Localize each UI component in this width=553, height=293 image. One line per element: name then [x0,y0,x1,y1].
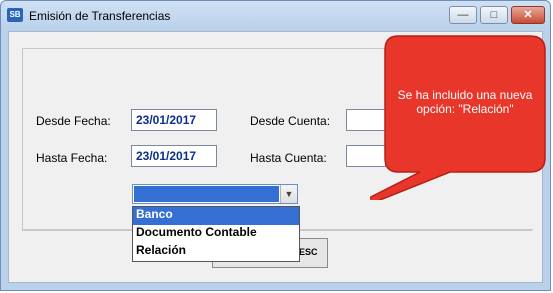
desde-fecha-input[interactable]: 23/01/2017 [131,109,217,131]
hasta-cuenta-label: Hasta Cuenta: [250,151,327,165]
dropdown-option-relacion[interactable]: Relación [133,243,299,261]
window-title: Emisión de Transferencias [29,9,171,23]
app-logo-icon: SB [7,8,23,22]
desde-fecha-label: Desde Fecha: [36,114,111,128]
document-type-dropdown-list: Banco Documento Contable Relación [132,206,300,262]
chevron-down-icon[interactable]: ▼ [280,185,297,203]
hasta-fecha-input[interactable]: 23/01/2017 [131,145,217,167]
desde-cuenta-label: Desde Cuenta: [250,114,331,128]
hasta-fecha-label: Hasta Fecha: [36,151,108,165]
document-type-select[interactable]: ▼ [132,184,298,204]
dropdown-option-banco[interactable]: Banco [133,207,299,225]
callout-shape [370,35,546,200]
dropdown-option-documento-contable[interactable]: Documento Contable [133,225,299,243]
callout-text: Se ha incluido una nueva opción: "Relaci… [397,88,533,116]
esc-button-label: ESC [299,247,318,257]
select-current-value [134,186,279,202]
